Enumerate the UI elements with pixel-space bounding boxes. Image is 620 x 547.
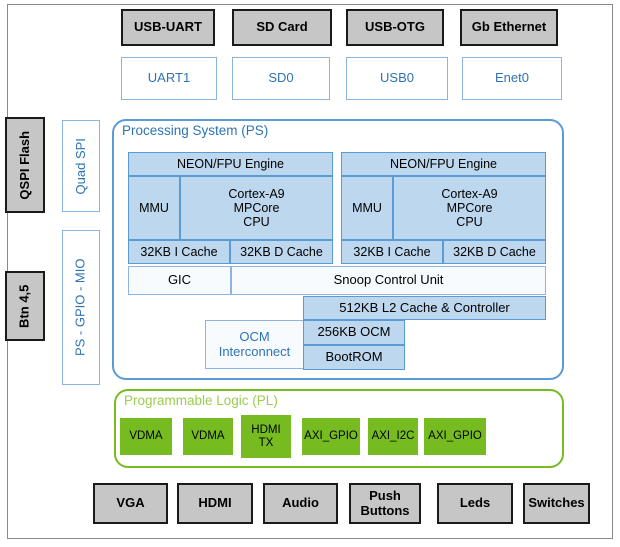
- pl-block-vdma-1[interactable]: VDMA: [120, 418, 172, 455]
- controller-uart1-label: UART1: [147, 70, 191, 86]
- ocm-interconnect-line-2: Interconnect: [218, 343, 291, 359]
- pl-block-vdma-2[interactable]: VDMA: [183, 418, 233, 455]
- gic-block: GIC: [128, 266, 231, 295]
- controller-ps-gpio-mio-label: PS - GPIO - MIO: [72, 258, 88, 357]
- peripheral-push-buttons-line-2: Buttons: [360, 502, 410, 518]
- core0-cpu-line-1: Cortex-A9: [228, 187, 285, 201]
- ocm-label: 256KB OCM: [317, 324, 391, 340]
- ocm-interconnect: OCM Interconnect: [205, 320, 304, 369]
- controller-ps-gpio-mio[interactable]: PS - GPIO - MIO: [62, 230, 100, 385]
- controller-enet0-label: Enet0: [495, 70, 529, 86]
- pl-block-axi-gpio-2[interactable]: AXI_GPIO: [424, 418, 486, 455]
- peripheral-btn-45[interactable]: Btn 4,5: [5, 271, 45, 341]
- peripheral-audio[interactable]: Audio: [263, 483, 338, 524]
- peripheral-hdmi[interactable]: HDMI: [177, 483, 253, 524]
- pl-block-axi-i2c-label: AXI_I2C: [371, 430, 415, 443]
- pl-block-axi-gpio-1[interactable]: AXI_GPIO: [302, 418, 360, 455]
- core1-mmu: MMU: [341, 176, 393, 240]
- snoop-control-unit-label: Snoop Control Unit: [333, 272, 444, 288]
- controller-quad-spi-label: Quad SPI: [72, 137, 88, 195]
- peripheral-audio-label: Audio: [282, 495, 319, 511]
- core1-d-cache: 32KB D Cache: [443, 240, 546, 264]
- peripheral-usb-uart-label: USB-UART: [134, 19, 202, 35]
- ocm-interconnect-line-1: OCM: [239, 328, 270, 344]
- controller-sd0-label: SD0: [268, 70, 294, 86]
- core1-mmu-label: MMU: [352, 201, 382, 215]
- core1-neon-label: NEON/FPU Engine: [390, 157, 497, 171]
- pl-block-hdmi-tx-line-1: HDMI: [251, 423, 281, 436]
- core1-i-cache-label: 32KB I Cache: [353, 245, 431, 259]
- core1-cpu: Cortex-A9 MPCore CPU: [393, 176, 546, 240]
- bootrom-block: BootROM: [303, 345, 405, 370]
- pl-block-axi-i2c[interactable]: AXI_I2C: [368, 418, 418, 455]
- controller-usb0[interactable]: USB0: [346, 57, 448, 100]
- peripheral-gb-ethernet[interactable]: Gb Ethernet: [460, 9, 558, 46]
- peripheral-hdmi-label: HDMI: [198, 495, 232, 511]
- l2-cache-controller: 512KB L2 Cache & Controller: [303, 296, 546, 320]
- peripheral-sd-card-label: SD Card: [256, 19, 308, 35]
- core1-cpu-line-2: MPCore: [446, 201, 493, 215]
- processing-system-title: Processing System (PS): [122, 123, 269, 138]
- bootrom-label: BootROM: [325, 349, 383, 365]
- core1-i-cache: 32KB I Cache: [341, 240, 443, 264]
- controller-uart1[interactable]: UART1: [121, 57, 217, 100]
- peripheral-push-buttons-line-1: Push: [369, 487, 401, 503]
- l2-cache-label: 512KB L2 Cache & Controller: [339, 299, 510, 315]
- core1-d-cache-label: 32KB D Cache: [453, 245, 536, 259]
- core0-neon-fpu-engine: NEON/FPU Engine: [128, 152, 333, 176]
- pl-block-hdmi-tx[interactable]: HDMI TX: [241, 415, 291, 458]
- core0-i-cache-label: 32KB I Cache: [140, 245, 218, 259]
- peripheral-usb-otg[interactable]: USB-OTG: [346, 9, 444, 46]
- core0-d-cache-label: 32KB D Cache: [240, 245, 323, 259]
- gic-label: GIC: [167, 272, 192, 288]
- peripheral-switches-label: Switches: [528, 495, 585, 511]
- programmable-logic-title: Programmable Logic (PL): [124, 393, 278, 408]
- controller-usb0-label: USB0: [380, 70, 414, 86]
- core1-neon-fpu-engine: NEON/FPU Engine: [341, 152, 546, 176]
- peripheral-qspi-flash-label: QSPI Flash: [16, 130, 32, 200]
- peripheral-leds-label: Leds: [459, 495, 491, 511]
- snoop-control-unit-block: Snoop Control Unit: [231, 266, 546, 295]
- pl-block-vdma-1-label: VDMA: [129, 430, 163, 443]
- core0-mmu: MMU: [128, 176, 180, 240]
- core0-i-cache: 32KB I Cache: [128, 240, 230, 264]
- pl-block-hdmi-tx-line-2: TX: [258, 436, 274, 449]
- core0-d-cache: 32KB D Cache: [230, 240, 333, 264]
- peripheral-vga[interactable]: VGA: [93, 483, 168, 524]
- peripheral-leds[interactable]: Leds: [437, 483, 513, 524]
- peripheral-vga-label: VGA: [116, 495, 145, 511]
- core0-cpu-line-2: MPCore: [233, 201, 280, 215]
- pl-block-axi-gpio-1-label: AXI_GPIO: [304, 430, 358, 443]
- peripheral-sd-card[interactable]: SD Card: [232, 9, 332, 46]
- controller-quad-spi[interactable]: Quad SPI: [62, 120, 100, 212]
- peripheral-usb-otg-label: USB-OTG: [365, 19, 425, 35]
- ocm-block: 256KB OCM: [303, 320, 405, 345]
- peripheral-gb-ethernet-label: Gb Ethernet: [471, 19, 547, 35]
- core0-mmu-label: MMU: [139, 201, 169, 215]
- core1-cpu-line-3: CPU: [456, 215, 483, 229]
- block-diagram-canvas: USB-UART SD Card USB-OTG Gb Ethernet UAR…: [0, 0, 620, 547]
- core0-cpu-line-3: CPU: [243, 215, 270, 229]
- pl-block-axi-gpio-2-label: AXI_GPIO: [428, 430, 482, 443]
- controller-sd0[interactable]: SD0: [232, 57, 330, 100]
- peripheral-switches[interactable]: Switches: [523, 483, 590, 524]
- peripheral-qspi-flash[interactable]: QSPI Flash: [5, 117, 45, 213]
- peripheral-push-buttons[interactable]: Push Buttons: [349, 483, 421, 524]
- peripheral-btn-45-label: Btn 4,5: [16, 284, 32, 328]
- peripheral-usb-uart[interactable]: USB-UART: [121, 9, 215, 46]
- controller-enet0[interactable]: Enet0: [462, 57, 562, 100]
- core0-neon-label: NEON/FPU Engine: [177, 157, 284, 171]
- core1-cpu-line-1: Cortex-A9: [441, 187, 498, 201]
- pl-block-vdma-2-label: VDMA: [191, 430, 225, 443]
- core0-cpu: Cortex-A9 MPCore CPU: [180, 176, 333, 240]
